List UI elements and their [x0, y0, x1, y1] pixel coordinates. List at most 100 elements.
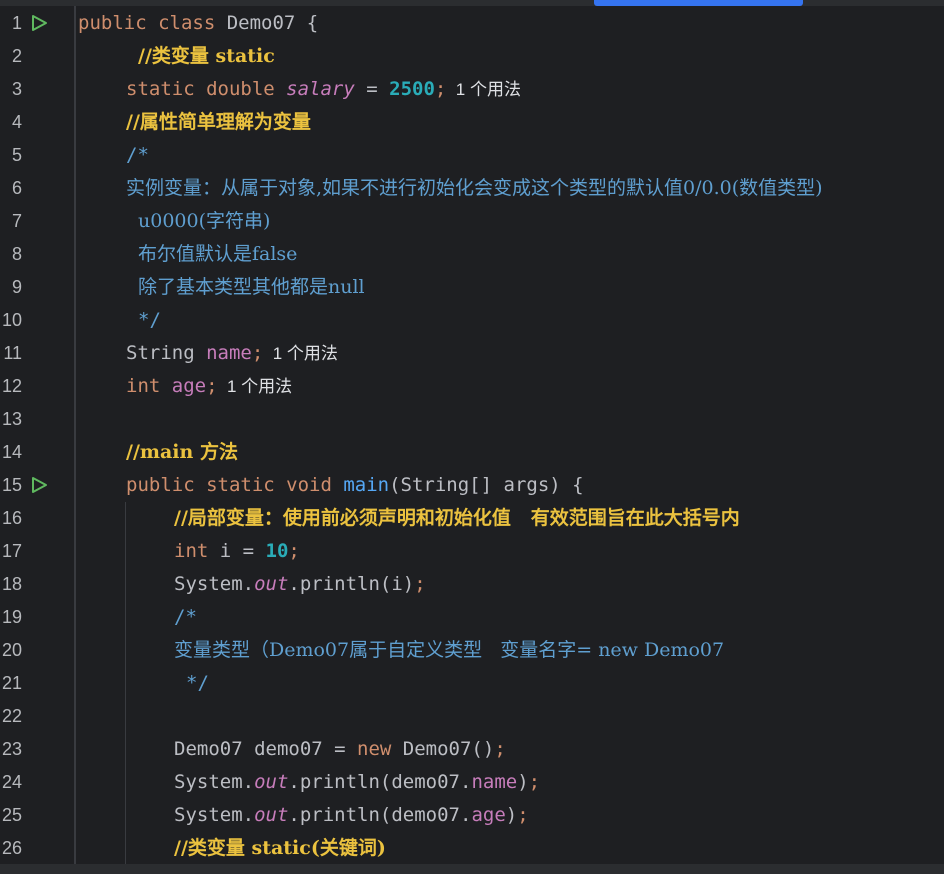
- code-text: 布尔值默认是false: [138, 238, 297, 271]
- run-icon[interactable]: [30, 476, 48, 494]
- line-number: 14: [1, 442, 22, 462]
- code-token: main: [343, 474, 390, 496]
- line-number: 17: [1, 541, 22, 561]
- code-line[interactable]: 19 /*: [0, 601, 944, 634]
- line-number: 19: [1, 607, 22, 627]
- usage-hint[interactable]: 1 个用法: [218, 377, 292, 396]
- code-token: ;: [434, 78, 447, 100]
- code-line[interactable]: 5 /*: [0, 139, 944, 172]
- code-token: name: [206, 342, 252, 364]
- code-token: */: [138, 309, 161, 331]
- code-token: ;: [206, 375, 218, 397]
- horizontal-scrollbar-track[interactable]: [0, 864, 944, 874]
- code-line[interactable]: 14 //main 方法: [0, 436, 944, 469]
- code-token: System.: [174, 573, 255, 595]
- horizontal-scrollbar-thumb[interactable]: [594, 0, 803, 6]
- line-number: 18: [1, 574, 22, 594]
- code-text: //属性简单理解为变量: [126, 106, 311, 139]
- usage-hint[interactable]: 1 个用法: [446, 80, 521, 99]
- code-editor[interactable]: 1 public class Demo07 { 2 //类变量 static 3 stat…: [0, 0, 944, 874]
- code-line[interactable]: 6 实例变量：从属于对象,如果不进行初始化会变成这个类型的默认值0/0.0(数值类…: [0, 172, 944, 205]
- code-line[interactable]: 9 除了基本类型其他都是null: [0, 271, 944, 304]
- code-token: u0000(字符串): [138, 210, 271, 232]
- code-token: 布尔值默认是false: [138, 243, 298, 265]
- code-text: //局部变量：使用前必须声明和初始化值 有效范围旨在此大括号内: [174, 502, 740, 535]
- line-number: 8: [11, 244, 22, 264]
- code-token: 10: [265, 540, 289, 562]
- line-number: 25: [1, 805, 22, 825]
- code-token: //main 方法: [126, 441, 238, 463]
- line-number: 1: [11, 13, 22, 33]
- code-token: /*: [126, 144, 149, 166]
- line-number: 2: [11, 46, 22, 66]
- code-line[interactable]: 26 //类变量 static(关键词): [0, 832, 944, 865]
- code-token: */: [186, 672, 209, 694]
- line-number: 15: [1, 475, 22, 495]
- code-line[interactable]: 10 */: [0, 304, 944, 337]
- code-token: int: [126, 375, 172, 397]
- code-line[interactable]: 3 static double salary = 2500; 1 个用法: [0, 73, 944, 106]
- line-number: 26: [1, 838, 22, 858]
- code-token: Demo07 demo07 =: [174, 738, 358, 760]
- code-token: Demo07(): [402, 738, 495, 760]
- line-number: 7: [11, 211, 22, 231]
- code-line[interactable]: 8 布尔值默认是false: [0, 238, 944, 271]
- code-token: //类变量 static: [138, 45, 275, 67]
- code-text: u0000(字符串): [138, 205, 270, 238]
- code-token: (String[] args) {: [389, 474, 584, 496]
- code-line[interactable]: 22: [0, 700, 944, 733]
- code-token: ;: [414, 573, 426, 595]
- code-token: //类变量 static(关键词): [174, 837, 386, 859]
- code-token: Demo07 {: [226, 12, 319, 34]
- code-token: public static void: [126, 474, 344, 496]
- code-line[interactable]: 11 String name; 1 个用法: [0, 337, 944, 370]
- code-token: /*: [174, 606, 197, 628]
- code-line[interactable]: 23 Demo07 demo07 = new Demo07();: [0, 733, 944, 766]
- code-line[interactable]: 4 //属性简单理解为变量: [0, 106, 944, 139]
- code-token: new: [357, 738, 403, 760]
- line-number: 23: [1, 739, 22, 759]
- code-line[interactable]: 24 System.out.println(demo07.name);: [0, 766, 944, 799]
- code-token: ;: [528, 771, 541, 793]
- code-line[interactable]: 7 u0000(字符串): [0, 205, 944, 238]
- code-text: //类变量 static: [138, 40, 275, 73]
- line-number: 6: [11, 178, 22, 198]
- line-number: 11: [3, 343, 22, 363]
- line-number: 10: [1, 310, 22, 330]
- code-line[interactable]: 25 System.out.println(demo07.age);: [0, 799, 944, 832]
- code-token: salary: [286, 78, 355, 100]
- code-token: out: [254, 573, 289, 595]
- code-token: static double: [126, 78, 287, 100]
- code-text: //类变量 static(关键词): [174, 832, 386, 865]
- code-line[interactable]: 17 int i = 10;: [0, 535, 944, 568]
- code-line[interactable]: 18 System.out.println(i);: [0, 568, 944, 601]
- usage-hint[interactable]: 1 个用法: [263, 344, 338, 363]
- line-number: 5: [11, 145, 22, 165]
- code-token: System.: [174, 771, 255, 793]
- code-text: */: [138, 304, 161, 337]
- code-token: .println(demo07.: [288, 771, 472, 793]
- code-line[interactable]: 12 int age; 1 个用法: [0, 370, 944, 403]
- line-number: 20: [1, 640, 22, 660]
- code-text: int i = 10;: [174, 535, 300, 568]
- code-token: 实例变量：从属于对象,如果不进行初始化会变成这个类型的默认值0/0.0(数值类型…: [126, 177, 823, 199]
- run-icon[interactable]: [30, 14, 48, 32]
- code-text: public static void main(String[] args) {: [126, 469, 584, 502]
- code-line[interactable]: 16 //局部变量：使用前必须声明和初始化值 有效范围旨在此大括号内: [0, 502, 944, 535]
- code-token: ): [505, 804, 518, 826]
- code-token: out: [254, 804, 289, 826]
- code-token: 2500: [389, 78, 435, 100]
- code-text: 实例变量：从属于对象,如果不进行初始化会变成这个类型的默认值0/0.0(数值类型…: [126, 172, 823, 205]
- code-line[interactable]: 20 变量类型（Demo07属于自定义类型 变量名字= new Demo07: [0, 634, 944, 667]
- line-number: 9: [11, 277, 22, 297]
- code-line[interactable]: 13: [0, 403, 944, 436]
- code-line[interactable]: 1 public class Demo07 {: [0, 7, 944, 40]
- code-text: System.out.println(demo07.age);: [174, 799, 529, 832]
- code-text: System.out.println(demo07.name);: [174, 766, 540, 799]
- code-line[interactable]: 2 //类变量 static: [0, 40, 944, 73]
- code-line[interactable]: 15 public static void main(String[] args)…: [0, 469, 944, 502]
- code-line[interactable]: 21 */: [0, 667, 944, 700]
- code-text: */: [186, 667, 209, 700]
- code-token: i =: [219, 540, 266, 562]
- editor-top-bar: [0, 0, 944, 6]
